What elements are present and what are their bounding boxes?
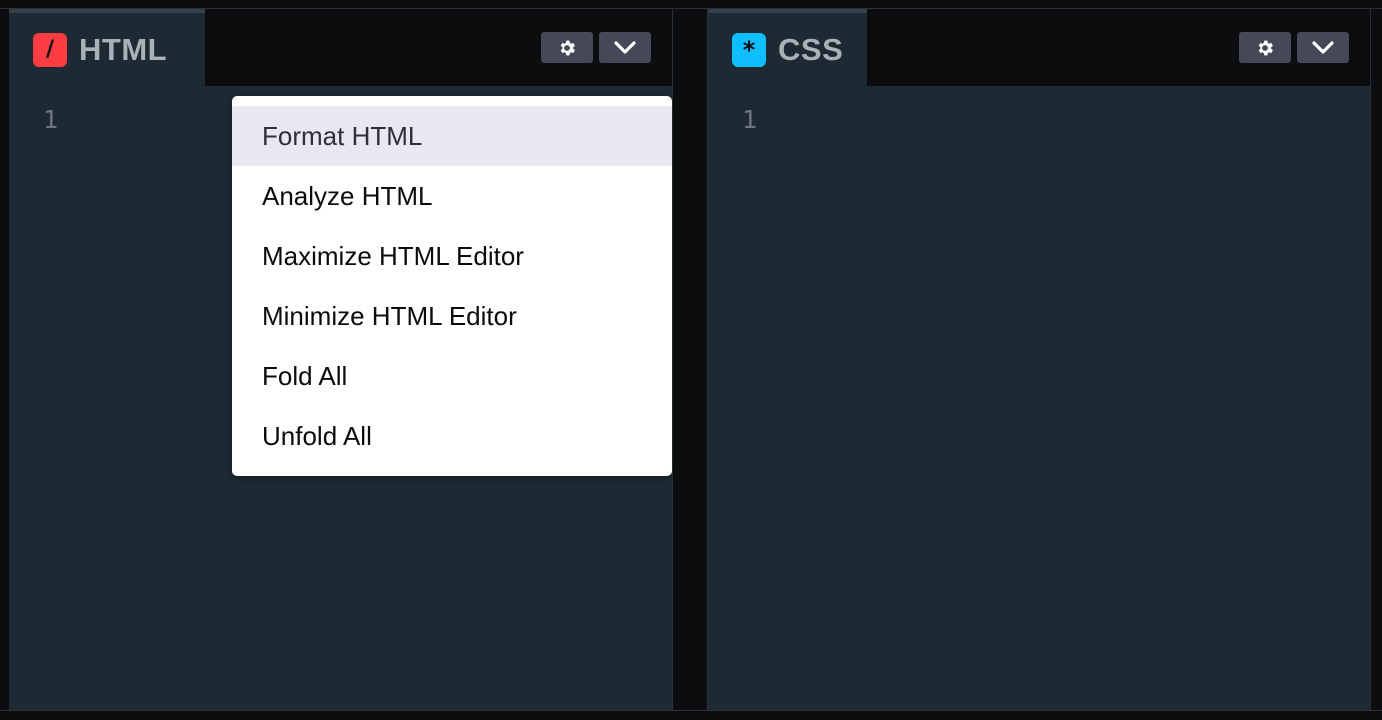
css-editor-pane: * CSS 1 — [707, 9, 1371, 710]
gear-icon — [560, 40, 575, 55]
menu-item-format-html[interactable]: Format HTML — [232, 106, 672, 166]
menu-item-analyze-html[interactable]: Analyze HTML — [232, 166, 672, 226]
html-menu-toggle-button[interactable] — [599, 32, 651, 63]
editor-workspace: / HTML 1 * CSS 1 Format HTML Analyze HTM… — [0, 0, 1382, 720]
menu-item-minimize-html-editor[interactable]: Minimize HTML Editor — [232, 286, 672, 346]
html-tab-label: HTML — [79, 31, 168, 67]
menu-item-unfold-all[interactable]: Unfold All — [232, 406, 672, 466]
css-menu-toggle-button[interactable] — [1297, 32, 1349, 63]
html-editor-header: / HTML — [9, 9, 672, 86]
menu-item-maximize-html-editor[interactable]: Maximize HTML Editor — [232, 226, 672, 286]
html-editor-tab[interactable]: / HTML — [9, 9, 205, 86]
html-settings-button[interactable] — [541, 32, 593, 63]
chevron-down-icon — [1312, 40, 1334, 54]
menu-item-fold-all[interactable]: Fold All — [232, 346, 672, 406]
html-line-number: 1 — [43, 105, 59, 134]
css-editor-header: * CSS — [708, 9, 1370, 86]
chevron-down-icon — [614, 40, 636, 54]
css-tab-label: CSS — [778, 31, 844, 67]
css-language-icon: * — [732, 32, 766, 67]
html-editor-dropdown-menu: Format HTML Analyze HTML Maximize HTML E… — [232, 96, 672, 476]
bottom-border — [0, 710, 1382, 711]
html-language-icon: / — [33, 32, 67, 67]
css-settings-button[interactable] — [1239, 32, 1291, 63]
css-editor-tab[interactable]: * CSS — [708, 9, 867, 86]
css-line-number: 1 — [742, 105, 758, 134]
gear-icon — [1258, 40, 1273, 55]
